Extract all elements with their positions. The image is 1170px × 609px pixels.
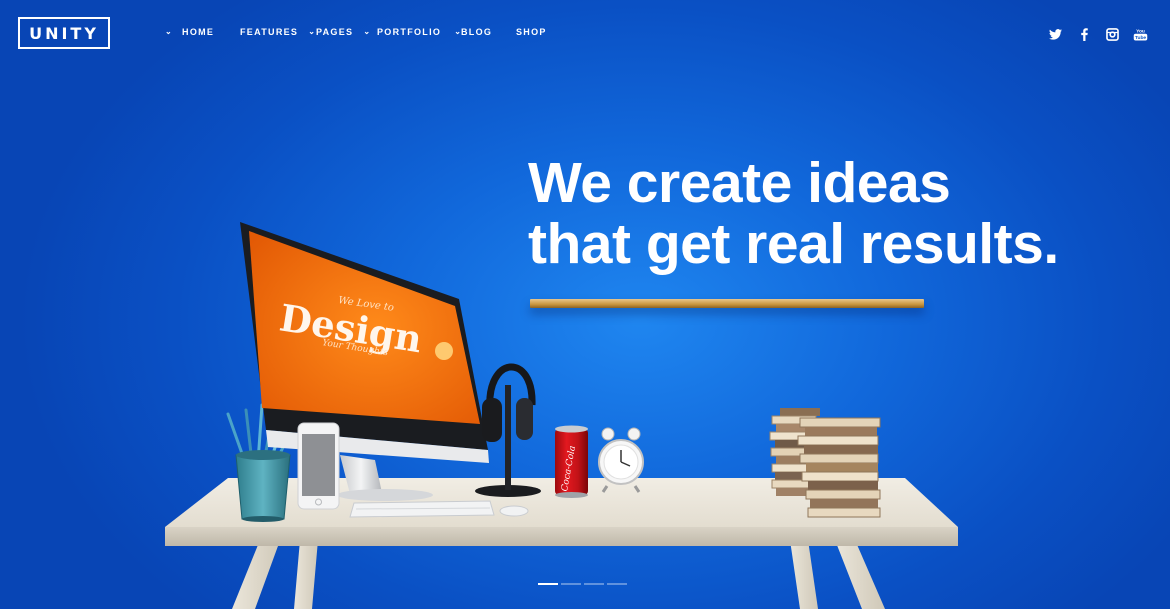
soda-can: Coca-Cola [555,425,588,498]
hero-section: UNITY ⌄ HOME FEATURES ⌄ PAGES ⌄ PORTFOLI… [0,0,1170,609]
mouse [499,505,529,517]
smartphone [297,422,340,510]
slider-dot-3[interactable] [584,583,604,585]
slider-dot-4[interactable] [607,583,627,585]
headphones [475,363,541,497]
slider-dot-2[interactable] [561,583,581,585]
desk-illustration: We Love to Design Your Thoughts Coca-Col… [165,222,958,609]
slider-pagination [538,583,627,585]
table-legs [232,535,885,609]
keyboard [349,500,495,518]
slider-dot-1[interactable] [538,583,558,585]
